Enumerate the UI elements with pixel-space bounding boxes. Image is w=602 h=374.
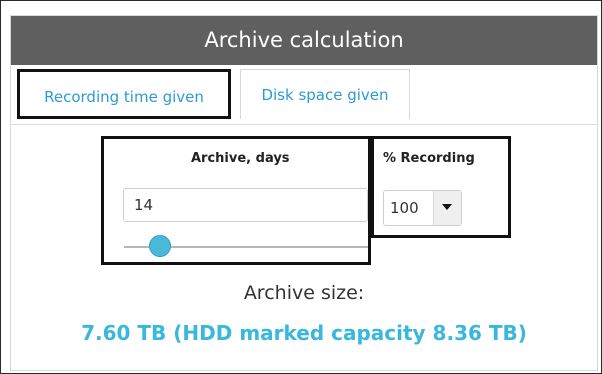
- recording-percentage-label: % Recording: [383, 151, 475, 166]
- archive-days-label: Archive, days: [191, 151, 290, 166]
- tab-recording-time-given[interactable]: Recording time given: [17, 69, 231, 119]
- panel-title: Archive calculation: [11, 16, 597, 65]
- recording-percentage-value: 100: [390, 199, 419, 217]
- tab-disk-space-given[interactable]: Disk space given: [240, 69, 410, 119]
- recording-percentage-select[interactable]: 100: [383, 190, 462, 226]
- chevron-down-icon: [442, 204, 452, 210]
- screenshot-frame: Archive calculation Recording time given…: [0, 0, 602, 374]
- archive-size-label: Archive size:: [243, 282, 365, 304]
- archive-days-input[interactable]: [123, 188, 368, 222]
- archive-calculation-panel: Archive calculation Recording time given…: [10, 15, 598, 371]
- tab-divider: [11, 124, 597, 125]
- archive-size-value: 7.60 TB (HDD marked capacity 8.36 TB): [81, 321, 527, 345]
- archive-days-slider-thumb[interactable]: [149, 235, 171, 257]
- dropdown-button[interactable]: [433, 191, 461, 225]
